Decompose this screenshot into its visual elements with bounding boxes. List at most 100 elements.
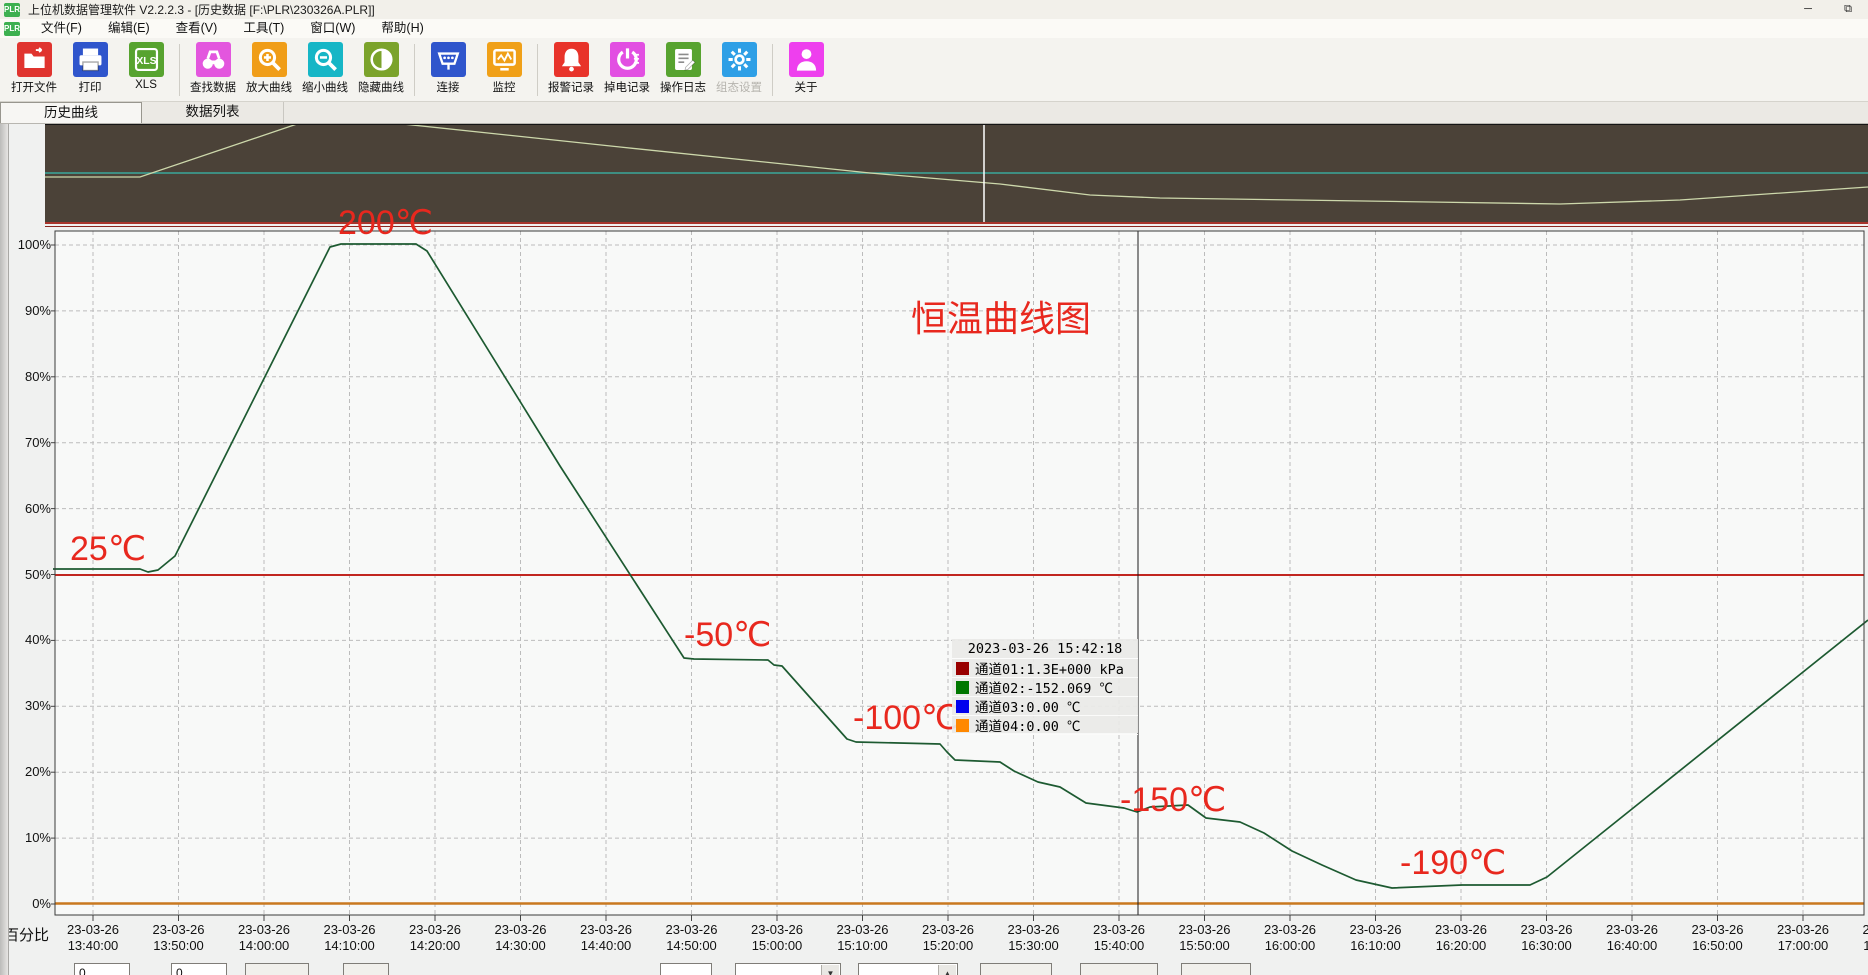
tool-label-open-file: 打开文件 bbox=[11, 79, 57, 95]
annotation-temp-m190: -190℃ bbox=[1400, 843, 1506, 883]
x-tick-label: 23-03-2615:10:00 bbox=[820, 922, 906, 953]
tab-history-curve[interactable]: 历史曲线 bbox=[0, 102, 142, 123]
tool-monitor[interactable]: 监控 bbox=[476, 42, 532, 95]
x-tick-label: 23-03-2613:40:00 bbox=[50, 922, 136, 953]
menu-item-编辑[interactable]: 编辑(E) bbox=[95, 19, 163, 38]
tooltip-channel-row: 通道03:0.00 ℃ bbox=[952, 697, 1138, 716]
channel-color-swatch bbox=[956, 681, 969, 694]
bottom-control-btn-7[interactable] bbox=[980, 963, 1052, 975]
restore-button[interactable]: ⧉ bbox=[1828, 0, 1868, 19]
tool-open-file[interactable]: 打开文件 bbox=[6, 42, 62, 95]
zoom-out-icon bbox=[308, 42, 343, 77]
y-tick-label: 60% bbox=[3, 501, 51, 516]
tool-label-about: 关于 bbox=[795, 79, 818, 95]
channel-color-swatch bbox=[956, 700, 969, 713]
tool-print[interactable]: 打印 bbox=[62, 42, 118, 95]
main-plot[interactable] bbox=[0, 124, 1868, 975]
bottom-control-input-1[interactable]: 0 bbox=[171, 963, 227, 975]
menu-item-查看[interactable]: 查看(V) bbox=[163, 19, 231, 38]
toolbar-separator bbox=[537, 44, 538, 96]
tool-xls[interactable]: XLS XLS bbox=[118, 42, 174, 91]
tooltip-channel-row: 通道04:0.00 ℃ bbox=[952, 716, 1138, 735]
y-unit-label: 百分比 bbox=[4, 924, 49, 945]
bottom-control-btn-2[interactable] bbox=[245, 963, 309, 975]
tooltip-channel-row: 通道02:-152.069 ℃ bbox=[952, 678, 1138, 697]
monitor-icon bbox=[487, 42, 522, 77]
bottom-control-select-5[interactable]: ▼ bbox=[735, 963, 841, 975]
x-tick-label: 23-03-2616:20:00 bbox=[1418, 922, 1504, 953]
document-icon: PLR bbox=[4, 22, 20, 36]
y-tick-label: 20% bbox=[3, 764, 51, 779]
tool-hide-curve[interactable]: 隐藏曲线 bbox=[353, 42, 409, 95]
tool-label-monitor: 监控 bbox=[493, 79, 516, 95]
data-tooltip: 2023-03-26 15:42:18 通道01:1.3E+000 kPa通道0… bbox=[952, 639, 1138, 733]
power-loss-log-icon bbox=[610, 42, 645, 77]
tool-label-alarm-log: 报警记录 bbox=[548, 79, 594, 95]
y-tick-label: 10% bbox=[3, 830, 51, 845]
spinner-up-icon[interactable]: ▲ bbox=[938, 965, 956, 975]
bottom-control-btn-9[interactable] bbox=[1181, 963, 1251, 975]
svg-text:XLS: XLS bbox=[136, 56, 156, 67]
tool-label-xls: XLS bbox=[135, 79, 157, 91]
app-icon: PLR bbox=[4, 3, 20, 17]
x-tick-label: 23-03-2616:40:00 bbox=[1589, 922, 1675, 953]
tool-operation-log[interactable]: 操作日志 bbox=[655, 42, 711, 95]
tool-power-loss-log[interactable]: 掉电记录 bbox=[599, 42, 655, 95]
tab-bar: 历史曲线数据列表 bbox=[0, 102, 1868, 124]
tooltip-channel-row: 通道01:1.3E+000 kPa bbox=[952, 659, 1138, 678]
print-icon bbox=[73, 42, 108, 77]
tool-label-zoom-in: 放大曲线 bbox=[246, 79, 292, 95]
dropdown-arrow-icon[interactable]: ▼ bbox=[821, 965, 839, 975]
bottom-control-input-0[interactable]: 0 bbox=[74, 963, 130, 975]
menu-items: 文件(F)编辑(E)查看(V)工具(T)窗口(W)帮助(H) bbox=[28, 19, 437, 38]
tooltip-rows: 通道01:1.3E+000 kPa通道02:-152.069 ℃通道03:0.0… bbox=[952, 659, 1138, 735]
y-tick-label: 70% bbox=[3, 435, 51, 450]
menu-item-窗口[interactable]: 窗口(W) bbox=[297, 19, 368, 38]
annotation-temp-25: 25℃ bbox=[70, 529, 146, 569]
toolbar-separator bbox=[414, 44, 415, 96]
x-tick-label: 23-03-2614:00:00 bbox=[221, 922, 307, 953]
channel-color-swatch bbox=[956, 719, 969, 732]
minimize-button[interactable]: ─ bbox=[1788, 0, 1828, 19]
tab-data-list[interactable]: 数据列表 bbox=[142, 102, 284, 123]
tool-zoom-in[interactable]: 放大曲线 bbox=[241, 42, 297, 95]
tool-search-data[interactable]: 查找数据 bbox=[185, 42, 241, 95]
tooltip-timestamp: 2023-03-26 15:42:18 bbox=[952, 640, 1138, 659]
open-file-icon bbox=[17, 42, 52, 77]
channel-value-text: 通道02:-152.069 ℃ bbox=[975, 677, 1113, 697]
bottom-control-lbl-4[interactable] bbox=[660, 963, 712, 975]
annotation-chart-title: 恒温曲线图 bbox=[911, 290, 1091, 342]
tool-label-operation-log: 操作日志 bbox=[660, 79, 706, 95]
menu-item-工具[interactable]: 工具(T) bbox=[230, 19, 297, 38]
connect-icon bbox=[431, 42, 466, 77]
x-tick-label: 23-03-2614:50:00 bbox=[649, 922, 735, 953]
y-tick-label: 30% bbox=[3, 698, 51, 713]
tool-label-hide-curve: 隐藏曲线 bbox=[358, 79, 404, 95]
menu-item-文件[interactable]: 文件(F) bbox=[28, 19, 95, 38]
bottom-control-spin-6[interactable]: ▲ bbox=[858, 963, 958, 975]
menu-item-帮助[interactable]: 帮助(H) bbox=[368, 19, 436, 38]
x-tick-label: 23-03-2614:10:00 bbox=[307, 922, 393, 953]
channel-value-text: 通道03:0.00 ℃ bbox=[975, 696, 1081, 716]
annotation-temp-m50: -50℃ bbox=[684, 615, 771, 655]
bottom-control-btn-8[interactable] bbox=[1080, 963, 1158, 975]
toolbar: 打开文件打印 XLS XLS 查找数据放大曲线缩小曲线隐藏曲线连接监控 报警记录掉电记录… bbox=[0, 38, 1868, 102]
x-tick-label: 23-03-2616:00:00 bbox=[1247, 922, 1333, 953]
tool-about[interactable]: 关于 bbox=[778, 42, 834, 95]
tool-zoom-out[interactable]: 缩小曲线 bbox=[297, 42, 353, 95]
x-tick-label: 23-03-2615:00:00 bbox=[734, 922, 820, 953]
tool-config-settings[interactable]: 组态设置 bbox=[711, 42, 767, 95]
y-tick-label: 100% bbox=[3, 237, 51, 252]
tool-alarm-log[interactable]: 报警记录 bbox=[543, 42, 599, 95]
channel-color-swatch bbox=[956, 662, 969, 675]
zoom-in-icon bbox=[252, 42, 287, 77]
tool-connect[interactable]: 连接 bbox=[420, 42, 476, 95]
bottom-control-btn-3[interactable] bbox=[343, 963, 389, 975]
app-window: PLR 上位机数据管理软件 V2.2.2.3 - [历史数据 [F:\PLR\2… bbox=[0, 0, 1868, 975]
left-scroll-strip[interactable] bbox=[0, 124, 9, 975]
annotation-temp-m100: -100℃ bbox=[853, 698, 959, 738]
chart-region: 100%90%80%70%60%50%40%30%20%10%0% 23-03-… bbox=[0, 124, 1868, 975]
about-icon bbox=[789, 42, 824, 77]
x-tick-label: 23-03-2614:30:00 bbox=[478, 922, 564, 953]
toolbar-separator bbox=[179, 44, 180, 96]
